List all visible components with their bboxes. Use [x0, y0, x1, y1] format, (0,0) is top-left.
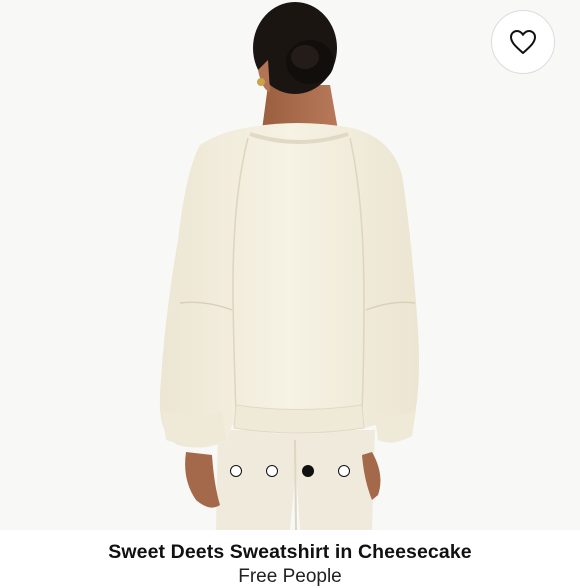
- carousel-dot-2[interactable]: [266, 465, 278, 477]
- heart-icon: [510, 30, 536, 54]
- carousel-dot-4[interactable]: [338, 465, 350, 477]
- carousel-dot-3[interactable]: [302, 465, 314, 477]
- product-title: Sweet Deets Sweatshirt in Cheesecake: [108, 541, 472, 563]
- product-photo: [0, 0, 580, 530]
- carousel-pagination: [0, 463, 580, 479]
- carousel-dot-1[interactable]: [230, 465, 242, 477]
- product-brand[interactable]: Free People: [0, 566, 580, 588]
- product-image-gallery[interactable]: [0, 0, 580, 530]
- wishlist-button[interactable]: [491, 10, 555, 74]
